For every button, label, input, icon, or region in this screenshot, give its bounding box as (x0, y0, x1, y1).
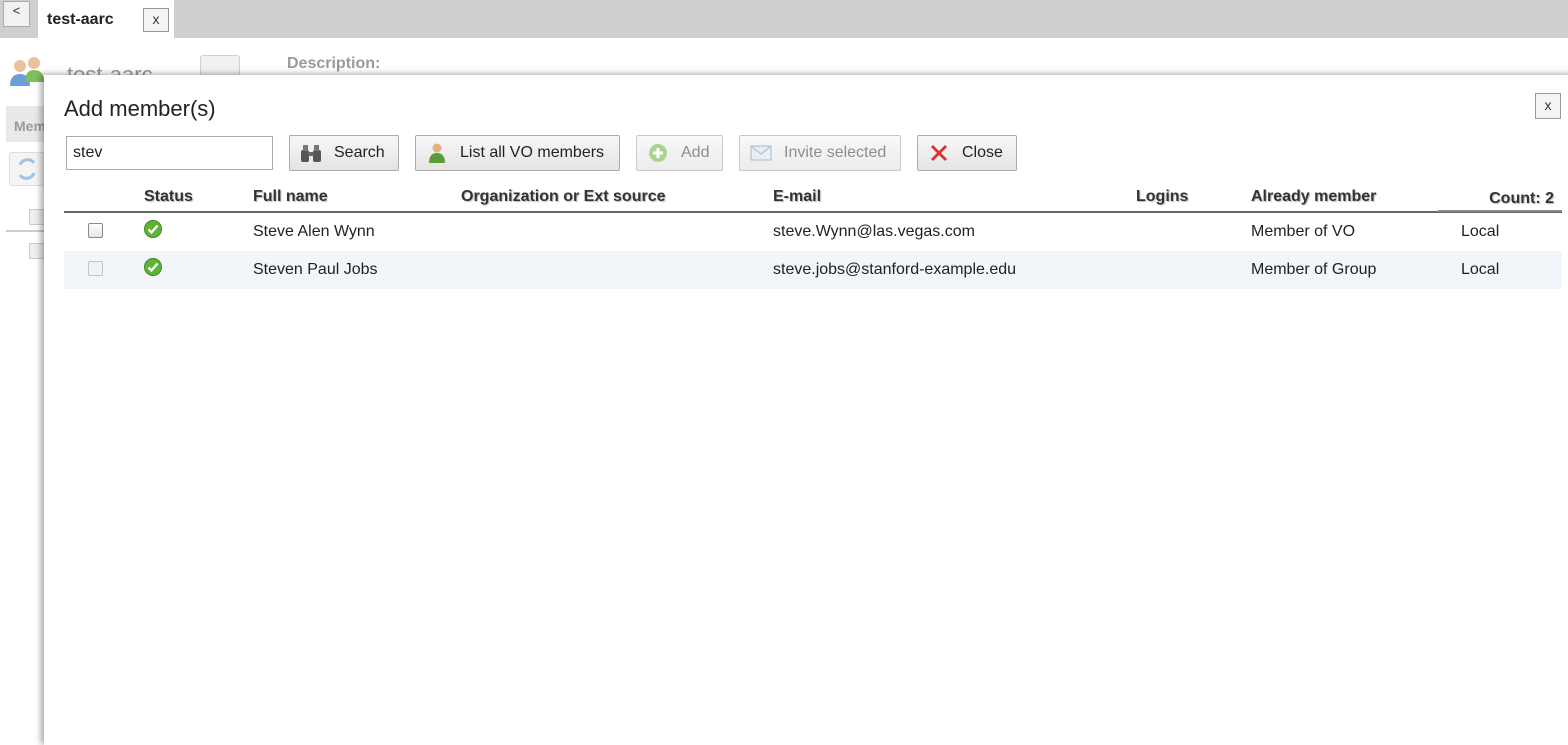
list-all-label: List all VO members (460, 144, 605, 161)
table-row[interactable]: Steve Alen Wynn steve.Wynn@las.vegas.com… (64, 213, 1562, 251)
row-count-label: Count: 2 (1489, 190, 1554, 207)
column-status[interactable]: Status (144, 188, 193, 206)
close-x-icon (931, 145, 947, 161)
back-button[interactable]: < (3, 1, 30, 27)
column-logins[interactable]: Logins (1136, 188, 1188, 206)
tab-members-label: Mem (14, 118, 46, 134)
cell-email: steve.Wynn@las.vegas.com (773, 223, 975, 240)
checkbox[interactable] (29, 209, 45, 225)
tab-title: test-aarc (47, 11, 114, 28)
add-button-label: Add (681, 144, 710, 161)
row-count: Count: 2 (1438, 187, 1562, 212)
add-circle-icon (649, 144, 667, 162)
tab-bar: < test-aarc x (0, 0, 1568, 38)
invite-selected-button[interactable]: Invite selected (739, 135, 901, 171)
refresh-icon[interactable] (9, 152, 45, 186)
list-all-vo-members-button[interactable]: List all VO members (415, 135, 620, 171)
tab-close-button[interactable]: x (143, 8, 169, 32)
add-button[interactable]: Add (636, 135, 723, 171)
binoculars-icon (301, 145, 321, 162)
search-button[interactable]: Search (289, 135, 399, 171)
cell-already-member: Member of VO (1251, 223, 1356, 240)
table-header: Status Full name Organization or Ext sou… (64, 187, 1562, 213)
group-icon (10, 57, 44, 86)
add-members-dialog: Add member(s) x Search List all VO membe… (44, 75, 1568, 745)
close-button[interactable]: Close (917, 135, 1017, 171)
status-ok-icon (144, 258, 162, 276)
invite-selected-label: Invite selected (784, 144, 887, 161)
cell-full-name: Steve Alen Wynn (253, 223, 375, 240)
search-button-label: Search (334, 144, 385, 161)
table-row[interactable]: Steven Paul Jobs steve.jobs@stanford-exa… (64, 251, 1562, 289)
search-input[interactable] (66, 136, 273, 170)
cell-email: steve.jobs@stanford-example.edu (773, 261, 1017, 278)
cell-full-name: Steven Paul Jobs (253, 261, 378, 278)
dialog-title: Add member(s) (64, 96, 216, 121)
cell-already-member: Member of Group (1251, 261, 1377, 278)
envelope-icon (750, 145, 772, 161)
checkbox[interactable] (29, 243, 45, 259)
column-organization[interactable]: Organization or Ext source (461, 188, 665, 206)
tab-members[interactable]: Mem (6, 106, 46, 142)
cell-source: Local (1461, 223, 1500, 240)
column-full-name[interactable]: Full name (253, 188, 328, 206)
row-checkbox[interactable] (88, 261, 103, 276)
divider (6, 230, 46, 232)
user-icon (429, 143, 445, 163)
status-ok-icon (144, 220, 162, 238)
refresh-arrows-icon (18, 158, 36, 180)
tab-test-aarc[interactable]: test-aarc x (38, 0, 174, 38)
dialog-close-button[interactable]: x (1535, 93, 1561, 119)
close-button-label: Close (962, 144, 1003, 161)
column-email[interactable]: E-mail (773, 188, 821, 206)
cell-source: Local (1461, 261, 1500, 278)
description-label: Description: (287, 55, 381, 72)
column-already-member[interactable]: Already member (1251, 188, 1376, 206)
row-checkbox[interactable] (88, 223, 103, 238)
